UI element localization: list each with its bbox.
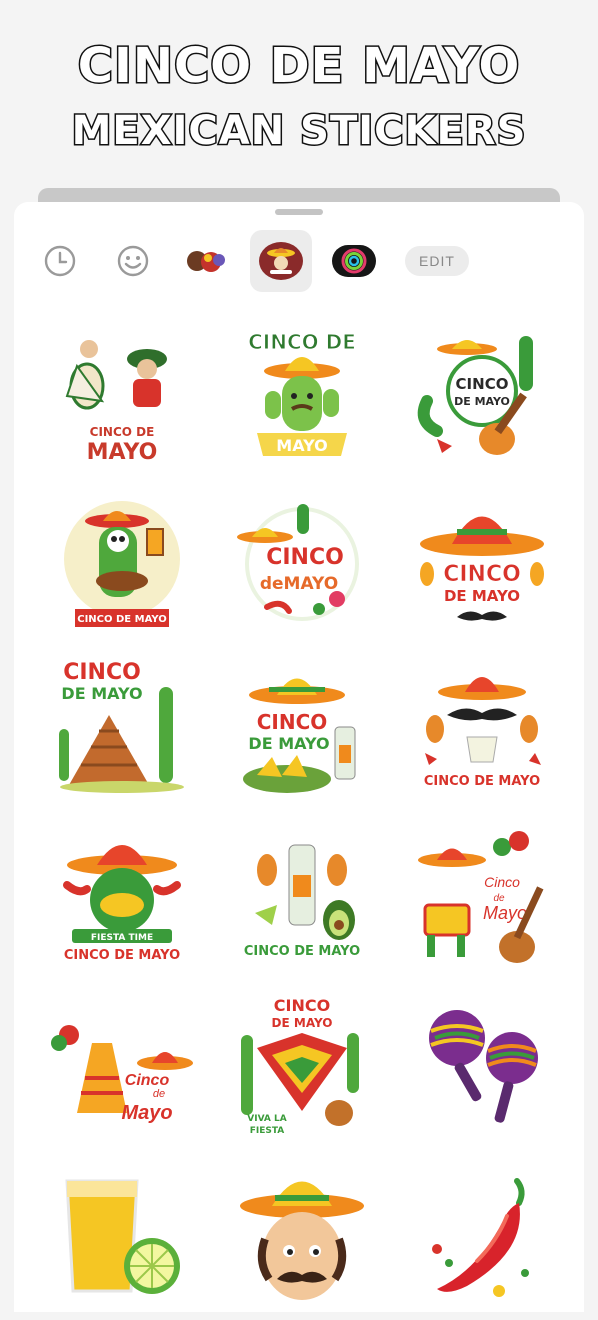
edit-button[interactable]: EDIT — [405, 246, 469, 276]
svg-text:CINCO: CINCO — [443, 562, 521, 587]
recent-tab[interactable] — [29, 230, 91, 292]
svg-text:CINCO: CINCO — [257, 710, 328, 734]
sticker-keyboard-panel: EDIT CINCO DE MAYO CINCO DE MAYO CINCO D… — [14, 202, 584, 1312]
svg-text:DE MAYO: DE MAYO — [272, 1016, 333, 1030]
svg-text:VIVA LA: VIVA LA — [247, 1114, 287, 1124]
svg-text:CINCO DE MAYO: CINCO DE MAYO — [64, 948, 180, 963]
svg-text:DE MAYO: DE MAYO — [248, 734, 329, 753]
svg-text:DE MAYO: DE MAYO — [61, 684, 142, 703]
tequila-avocado-sticker-image: CINCO DE MAYO — [244, 844, 360, 959]
svg-text:Cinco: Cinco — [125, 1072, 170, 1089]
nachos-tequila-sticker-image: CINCO DE MAYO — [243, 678, 356, 793]
poncho-guitar-sticker-image: CINCO DE MAYO VIVA LA FIESTA — [241, 996, 359, 1136]
svg-text:CINCO: CINCO — [63, 660, 141, 685]
emoji-tab[interactable] — [102, 230, 164, 292]
sticker-dress-hat[interactable]: Cinco de Mayo — [32, 984, 212, 1152]
svg-text:de: de — [153, 1088, 165, 1100]
sticker-pack-cinco-de-mayo-icon — [259, 242, 303, 280]
svg-text:Mayo: Mayo — [121, 1102, 172, 1124]
svg-text:DE MAYO: DE MAYO — [454, 395, 510, 408]
svg-text:CINCO: CINCO — [274, 996, 330, 1015]
sticker-pyramid-cactus[interactable]: CINCO DE MAYO — [32, 648, 212, 816]
pack-tab-ring[interactable] — [323, 230, 385, 292]
mustache-man-sticker-image — [240, 1181, 364, 1300]
sticker-nachos-tequila[interactable]: CINCO DE MAYO — [212, 648, 392, 816]
sticker-floral-wreath[interactable]: CINCO deMAYO — [212, 480, 392, 648]
svg-text:MAYO: MAYO — [87, 440, 158, 465]
svg-text:MAYO: MAYO — [276, 436, 327, 455]
recent-clock-icon — [44, 245, 76, 277]
sticker-fiesta-time[interactable]: FIESTA TIME CINCO DE MAYO — [32, 816, 212, 984]
sticker-juice-lime[interactable] — [32, 1152, 212, 1320]
guitar-cactus-badge-sticker-image: CINCO DE MAYO — [417, 336, 533, 455]
sticker-mustache-man[interactable] — [212, 1152, 392, 1320]
sticker-chili-pepper[interactable] — [392, 1152, 572, 1320]
svg-text:CINCO DE MAYO: CINCO DE MAYO — [424, 774, 540, 789]
svg-text:CINCO DE MAYO: CINCO DE MAYO — [244, 944, 360, 959]
dancing-couple-sticker-image: CINCO DE MAYO — [65, 340, 167, 465]
skeleton-cactus-guitar-sticker-image: CINCO DE MAYO — [64, 501, 180, 627]
svg-text:CINCO DE: CINCO DE — [90, 425, 155, 439]
svg-text:deMAYO: deMAYO — [260, 574, 338, 594]
pinata-guitar-sticker-image: Cinco de Mayo — [418, 831, 544, 963]
dress-hat-sticker-image: Cinco de Mayo — [51, 1025, 193, 1124]
sombrero-mustache-sticker-image: CINCO DE MAYO — [420, 516, 544, 621]
pyramid-cactus-sticker-image: CINCO DE MAYO — [59, 660, 184, 793]
sticker-toolbar: EDIT — [14, 230, 584, 292]
pack-tab-cinco-de-mayo[interactable] — [250, 230, 312, 292]
sticker-maracas[interactable] — [392, 984, 572, 1152]
pack-tab-faces[interactable] — [175, 230, 237, 292]
emoji-smiley-icon — [117, 245, 149, 277]
sticker-sombrero-mustache[interactable]: CINCO DE MAYO — [392, 480, 572, 648]
svg-text:CINCO: CINCO — [266, 545, 344, 570]
cactus-sombrero-sticker-image: CINCO DE MAYO — [248, 330, 356, 456]
sticker-pack-faces-icon — [187, 251, 225, 272]
fiesta-time-sticker-image: FIESTA TIME CINCO DE MAYO — [63, 845, 181, 963]
svg-text:CINCO DE: CINCO DE — [248, 330, 356, 354]
sticker-poncho-guitar[interactable]: CINCO DE MAYO VIVA LA FIESTA — [212, 984, 392, 1152]
sticker-grid: CINCO DE MAYO CINCO DE MAYO CINCO DE MAY… — [32, 312, 572, 1320]
svg-text:Mayo: Mayo — [483, 903, 527, 923]
sticker-pack-ring-icon — [332, 245, 376, 277]
title-line-1: CINCO DE MAYO — [76, 37, 521, 96]
maracas-tequila-sticker-image: CINCO DE MAYO — [424, 677, 541, 789]
svg-text:FIESTA TIME: FIESTA TIME — [91, 933, 153, 943]
svg-text:FIESTA: FIESTA — [250, 1126, 285, 1136]
sticker-guitar-cactus-badge[interactable]: CINCO DE MAYO — [392, 312, 572, 480]
svg-text:CINCO DE MAYO: CINCO DE MAYO — [77, 614, 166, 625]
maracas-sticker-image — [429, 1010, 538, 1123]
sticker-pinata-guitar[interactable]: Cinco de Mayo — [392, 816, 572, 984]
svg-text:CINCO: CINCO — [456, 375, 509, 393]
sticker-skeleton-cactus-guitar[interactable]: CINCO DE MAYO — [32, 480, 212, 648]
sticker-tequila-avocado[interactable]: CINCO DE MAYO — [212, 816, 392, 984]
drag-handle[interactable] — [275, 209, 323, 215]
floral-wreath-sticker-image: CINCO deMAYO — [237, 504, 359, 621]
chili-pepper-sticker-image — [432, 1178, 529, 1297]
svg-text:DE MAYO: DE MAYO — [444, 587, 520, 605]
sticker-dancing-couple[interactable]: CINCO DE MAYO — [32, 312, 212, 480]
title-line-2: MEXICAN STICKERS — [70, 107, 527, 156]
sticker-cactus-sombrero[interactable]: CINCO DE MAYO — [212, 312, 392, 480]
sticker-maracas-tequila[interactable]: CINCO DE MAYO — [392, 648, 572, 816]
juice-lime-sticker-image — [65, 1179, 180, 1294]
svg-text:Cinco: Cinco — [484, 874, 520, 890]
